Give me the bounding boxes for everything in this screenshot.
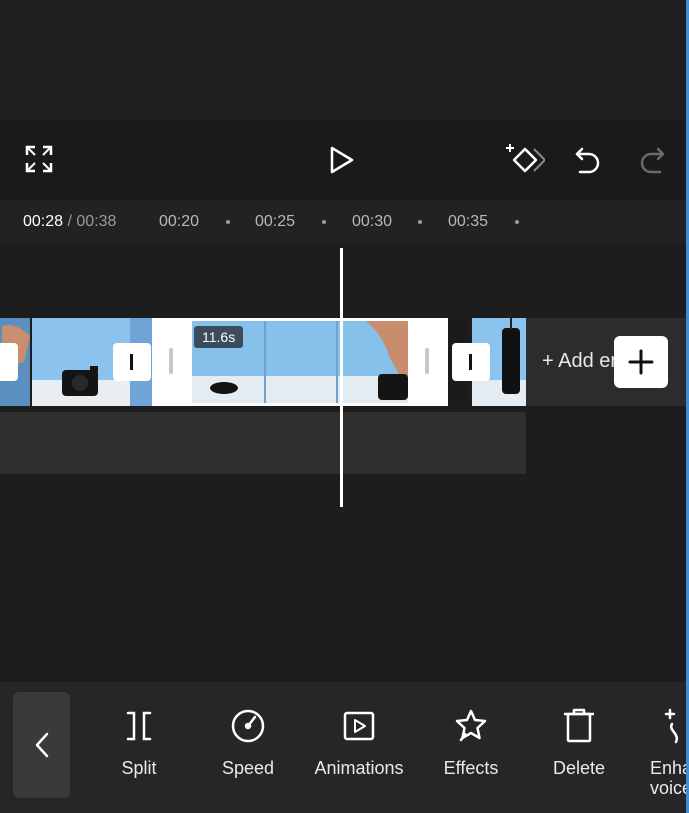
- trim-handle-left[interactable]: [152, 318, 192, 406]
- clip-duration-badge: 11.6s: [194, 326, 244, 348]
- animations-button[interactable]: Animations: [307, 706, 411, 778]
- playhead[interactable]: [340, 248, 343, 507]
- delete-label: Delete: [552, 758, 606, 778]
- time-ruler[interactable]: 00:28 / 00:38 00:20 00:25 00:30 00:35: [0, 200, 686, 244]
- ruler-tick-label: 00:25: [255, 213, 296, 230]
- ruler-tick-label: 00:20: [159, 213, 200, 230]
- animations-label: Animations: [314, 758, 404, 778]
- clip-thumbnail: [0, 318, 130, 406]
- time-readout: 00:28 / 00:38: [23, 213, 116, 231]
- transition-button[interactable]: [452, 343, 490, 381]
- play-icon[interactable]: [322, 140, 362, 180]
- redo-icon[interactable]: [634, 140, 670, 180]
- undo-icon[interactable]: [570, 140, 606, 180]
- video-preview-area: [0, 0, 686, 120]
- add-clip-button[interactable]: [614, 336, 668, 388]
- chevron-left-icon: [35, 732, 48, 758]
- split-icon: [119, 706, 159, 746]
- back-button[interactable]: [13, 692, 70, 798]
- ruler-dot: [515, 220, 519, 224]
- ruler-dot: [226, 220, 230, 224]
- fullscreen-icon[interactable]: [22, 142, 56, 176]
- trim-handle-grip: [425, 348, 429, 374]
- ruler-tick-label: 00:30: [352, 213, 393, 230]
- plus-icon: [628, 349, 654, 375]
- speed-label: Speed: [221, 758, 275, 778]
- enhance-voice-button[interactable]: Enhance voice: [646, 706, 689, 798]
- playback-controls: [0, 120, 686, 200]
- animations-icon: [339, 706, 379, 746]
- trim-handle-right[interactable]: [408, 318, 448, 406]
- split-button[interactable]: Split: [109, 706, 169, 778]
- timeline[interactable]: 11.6s + Add ending: [0, 244, 686, 680]
- effects-button[interactable]: Effects: [435, 706, 507, 778]
- ruler-dot: [418, 220, 422, 224]
- edit-toolbar: Split Speed Animations Effects Delete En…: [0, 682, 689, 813]
- ruler-dot: [322, 220, 326, 224]
- total-time: / 00:38: [67, 213, 117, 230]
- transition-button[interactable]: [0, 343, 18, 381]
- current-time: 00:28: [23, 213, 64, 230]
- speed-icon: [228, 706, 268, 746]
- delete-button[interactable]: Delete: [545, 706, 613, 778]
- effects-icon: [451, 706, 491, 746]
- split-label: Split: [121, 758, 157, 778]
- speed-button[interactable]: Speed: [212, 706, 284, 778]
- ruler-tick-label: 00:35: [448, 213, 489, 230]
- transition-button[interactable]: [113, 343, 151, 381]
- audio-track[interactable]: [0, 412, 526, 474]
- enhance-voice-label: Enhance voice: [650, 758, 689, 798]
- trim-handle-grip: [169, 348, 173, 374]
- delete-icon: [559, 706, 599, 746]
- video-clip-previous[interactable]: [0, 318, 130, 406]
- keyframe-add-icon[interactable]: [504, 140, 546, 180]
- effects-label: Effects: [443, 758, 499, 778]
- enhance-voice-icon: [646, 706, 686, 746]
